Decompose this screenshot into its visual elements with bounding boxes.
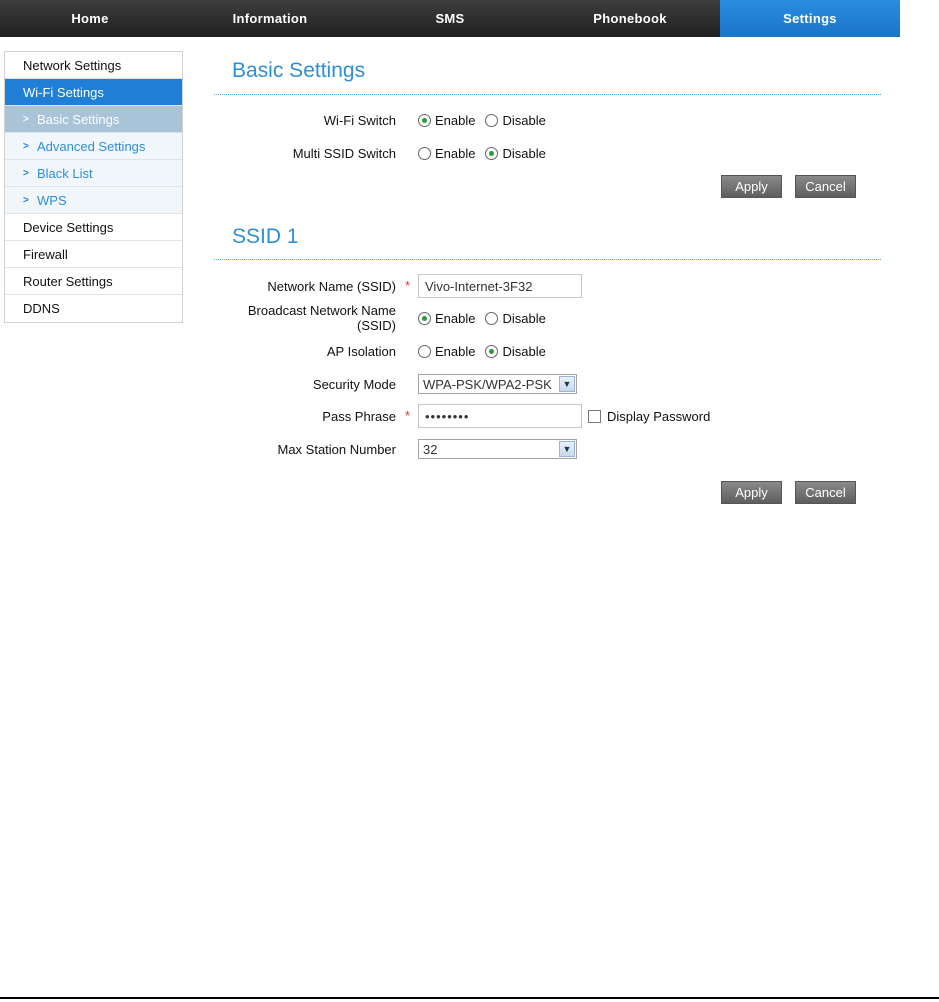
- broadcast-row: Broadcast Network Name (SSID) Enable Dis…: [214, 303, 881, 333]
- wifi-switch-enable-radio[interactable]: Enable: [418, 113, 475, 128]
- multi-ssid-switch-label: Multi SSID Switch: [292, 145, 396, 161]
- ap-isolation-row: AP Isolation Enable Disable: [214, 339, 881, 363]
- broadcast-enable-radio[interactable]: Enable: [418, 311, 475, 326]
- sidebar: Network Settings Wi-Fi Settings > Basic …: [4, 51, 183, 323]
- network-name-input[interactable]: Vivo-Internet-3F32: [418, 274, 582, 298]
- bottom-border-line: [0, 997, 939, 999]
- radio-label: Disable: [502, 145, 546, 161]
- select-value: 32: [423, 441, 438, 457]
- ap-isolation-disable-radio[interactable]: Disable: [485, 343, 546, 359]
- broadcast-label: Broadcast Network Name (SSID): [247, 303, 396, 333]
- security-mode-select[interactable]: WPA-PSK/WPA2-PSK ▼: [418, 374, 577, 394]
- radio-selected-icon: [418, 113, 431, 127]
- divider: [214, 259, 881, 260]
- max-station-label: Max Station Number: [277, 441, 397, 457]
- ssid-cancel-button[interactable]: Cancel: [795, 481, 856, 504]
- radio-selected-icon: [485, 146, 499, 160]
- basic-settings-title: Basic Settings: [232, 59, 366, 82]
- select-value: WPA-PSK/WPA2-PSK: [423, 376, 552, 392]
- multi-ssid-disable-radio[interactable]: Disable: [485, 145, 546, 161]
- radio-unselected-icon: [418, 146, 431, 160]
- required-marker: *: [404, 407, 410, 423]
- radio-label: Disable: [502, 343, 546, 359]
- radio-unselected-icon: [418, 344, 431, 358]
- network-name-label: Network Name (SSID) *: [267, 277, 410, 294]
- sidebar-subitem-wps[interactable]: > WPS: [5, 187, 182, 214]
- wifi-switch-disable-radio[interactable]: Disable: [485, 112, 546, 128]
- pass-phrase-row: Pass Phrase * •••••••• Display Password: [214, 404, 881, 428]
- radio-selected-icon: [418, 311, 431, 325]
- security-mode-row: Security Mode WPA-PSK/WPA2-PSK ▼: [214, 372, 881, 396]
- radio-unselected-icon: [485, 113, 499, 127]
- chevron-right-icon: >: [23, 194, 29, 206]
- tab-sms[interactable]: SMS: [360, 0, 540, 37]
- sidebar-item-network-settings[interactable]: Network Settings: [5, 52, 182, 79]
- ap-isolation-label: AP Isolation: [326, 343, 396, 359]
- tab-settings[interactable]: Settings: [720, 0, 900, 37]
- max-station-row: Max Station Number 32 ▼: [214, 437, 881, 461]
- display-password-checkbox[interactable]: Display Password: [588, 409, 710, 424]
- divider: [214, 94, 881, 95]
- top-nav: Home Information SMS Phonebook Settings: [0, 0, 900, 37]
- sidebar-item-ddns[interactable]: DDNS: [5, 295, 182, 322]
- checkbox-unchecked-icon: [588, 409, 601, 423]
- sidebar-subitem-label: Advanced Settings: [37, 138, 146, 154]
- wifi-switch-label: Wi-Fi Switch: [323, 112, 396, 128]
- ssid-apply-button[interactable]: Apply: [721, 481, 782, 504]
- sidebar-subitem-black-list[interactable]: > Black List: [5, 160, 182, 187]
- required-marker: *: [404, 277, 410, 293]
- ssid1-title: SSID 1: [232, 225, 299, 248]
- basic-cancel-button[interactable]: Cancel: [795, 175, 856, 198]
- tab-phonebook[interactable]: Phonebook: [540, 0, 720, 37]
- radio-label: Disable: [502, 310, 546, 326]
- radio-label: Enable: [435, 112, 476, 128]
- network-name-row: Network Name (SSID) * Vivo-Internet-3F32: [214, 274, 881, 298]
- chevron-right-icon: >: [23, 140, 29, 152]
- radio-label: Enable: [435, 310, 476, 326]
- checkbox-label: Display Password: [607, 408, 711, 424]
- sidebar-subitem-label: Black List: [37, 165, 93, 181]
- sidebar-item-device-settings[interactable]: Device Settings: [5, 214, 182, 241]
- tab-information[interactable]: Information: [180, 0, 360, 37]
- radio-unselected-icon: [485, 311, 499, 325]
- sidebar-subitem-basic-settings[interactable]: > Basic Settings: [5, 106, 182, 133]
- ap-isolation-enable-radio[interactable]: Enable: [418, 344, 475, 359]
- chevron-right-icon: >: [23, 113, 29, 125]
- multi-ssid-switch-row: Multi SSID Switch Enable Disable: [214, 141, 881, 165]
- sidebar-item-router-settings[interactable]: Router Settings: [5, 268, 182, 295]
- multi-ssid-enable-radio[interactable]: Enable: [418, 146, 475, 161]
- radio-label: Disable: [502, 112, 546, 128]
- chevron-down-icon[interactable]: ▼: [559, 441, 575, 457]
- sidebar-subitem-label: Basic Settings: [37, 111, 120, 127]
- pass-phrase-input[interactable]: ••••••••: [418, 404, 582, 428]
- chevron-right-icon: >: [23, 167, 29, 179]
- radio-label: Enable: [435, 343, 476, 359]
- sidebar-item-wifi-settings[interactable]: Wi-Fi Settings: [5, 79, 182, 106]
- radio-label: Enable: [435, 145, 476, 161]
- broadcast-disable-radio[interactable]: Disable: [485, 310, 546, 326]
- tab-home[interactable]: Home: [0, 0, 180, 37]
- security-mode-label: Security Mode: [312, 376, 396, 392]
- sidebar-subitem-advanced-settings[interactable]: > Advanced Settings: [5, 133, 182, 160]
- radio-selected-icon: [485, 344, 499, 358]
- sidebar-subitem-label: WPS: [37, 192, 67, 208]
- wifi-switch-row: Wi-Fi Switch Enable Disable: [214, 108, 881, 132]
- pass-phrase-label: Pass Phrase *: [322, 407, 410, 424]
- basic-apply-button[interactable]: Apply: [721, 175, 782, 198]
- sidebar-item-firewall[interactable]: Firewall: [5, 241, 182, 268]
- max-station-select[interactable]: 32 ▼: [418, 439, 577, 459]
- chevron-down-icon[interactable]: ▼: [559, 376, 575, 392]
